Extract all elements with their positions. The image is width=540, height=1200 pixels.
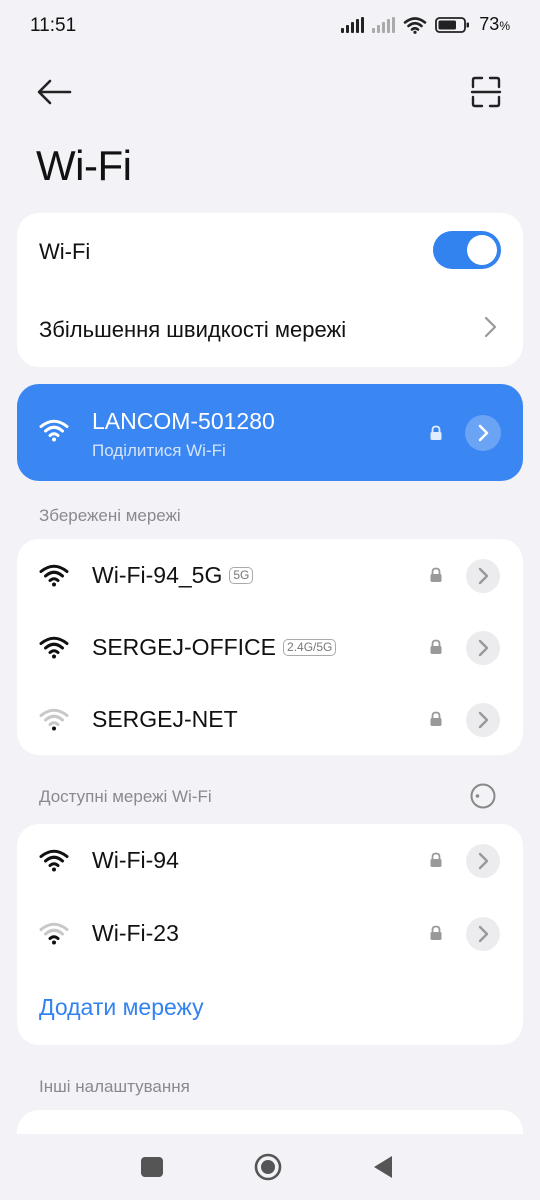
lock-icon — [430, 567, 442, 582]
chevron-right-icon — [478, 852, 489, 870]
chevron-right-icon — [478, 567, 489, 585]
wifi-toggle-label: Wi-Fi — [39, 239, 91, 264]
network-row[interactable]: SERGEJ-NET — [17, 683, 523, 755]
available-networks-card: Wi-Fi-94 Wi-Fi-23 Додати мережу — [17, 824, 523, 1045]
network-row[interactable]: Wi-Fi-94_5G 5G — [17, 539, 523, 611]
wifi-weak-icon — [39, 708, 69, 731]
network-row[interactable]: Wi-Fi-23 — [17, 897, 523, 969]
top-bar — [0, 62, 540, 122]
saved-networks-header: Збережені мережі — [39, 506, 181, 525]
wifi-strong-icon — [39, 564, 69, 587]
wifi-status-icon — [403, 16, 427, 34]
lock-icon — [430, 639, 442, 654]
wifi-toggle[interactable] — [433, 231, 501, 269]
cellular-signal-2-icon — [372, 16, 396, 33]
wifi-settings-card: Wi-Fi Збільшення швидкості мережі — [17, 213, 523, 367]
network-details-button[interactable] — [466, 844, 500, 878]
qr-scan-icon — [470, 76, 502, 108]
available-networks-header: Доступні мережі Wi-Fi — [39, 787, 212, 806]
network-name: SERGEJ-NET — [92, 706, 238, 732]
cellular-signal-icon — [341, 16, 365, 33]
wifi-strong-icon — [39, 636, 69, 659]
chevron-right-icon — [478, 711, 489, 729]
battery-percent: 73% — [479, 14, 510, 34]
network-name: Wi-Fi-94_5G 5G — [92, 562, 254, 589]
network-details-button[interactable] — [466, 631, 500, 665]
lock-icon — [430, 425, 442, 440]
speed-boost-label[interactable]: Збільшення швидкості мережі — [39, 317, 346, 343]
network-details-button[interactable] — [466, 703, 500, 737]
recent-apps-button[interactable] — [141, 1157, 163, 1177]
back-nav-button[interactable] — [372, 1154, 394, 1180]
band-badge: 2.4G/5G — [283, 639, 337, 656]
battery-icon — [435, 16, 470, 33]
back-button[interactable] — [30, 70, 80, 114]
add-network-button[interactable]: Додати мережу — [39, 994, 204, 1021]
network-name: SERGEJ-OFFICE 2.4G/5G — [92, 634, 337, 661]
other-settings-header: Інші налаштування — [39, 1077, 190, 1096]
chevron-right-icon — [478, 925, 489, 943]
network-details-button[interactable] — [466, 559, 500, 593]
navigation-bar — [0, 1134, 540, 1200]
status-icons: 73% — [341, 14, 510, 35]
chevron-right-icon — [478, 639, 489, 657]
home-button[interactable] — [253, 1152, 283, 1182]
network-details-button[interactable] — [466, 917, 500, 951]
page-title: Wi-Fi — [36, 142, 132, 189]
connected-network-details-button[interactable] — [465, 415, 501, 451]
wifi-medium-icon — [39, 922, 69, 945]
wifi-icon — [39, 419, 69, 442]
wifi-strong-icon — [39, 849, 69, 872]
share-wifi-label[interactable]: Поділитися Wi-Fi — [92, 441, 226, 461]
network-row[interactable]: Wi-Fi-94 — [17, 824, 523, 896]
status-bar: 11:51 73% — [0, 0, 540, 52]
refresh-icon[interactable] — [469, 782, 497, 810]
network-row[interactable]: SERGEJ-OFFICE 2.4G/5G — [17, 611, 523, 683]
lock-icon — [430, 852, 442, 867]
chevron-right-icon — [478, 424, 489, 442]
connected-network[interactable]: LANCOM-501280 Поділитися Wi-Fi — [17, 384, 523, 481]
chevron-right-icon[interactable] — [483, 316, 499, 338]
lock-icon — [430, 925, 442, 940]
band-badge: 5G — [229, 567, 254, 584]
lock-icon — [430, 711, 442, 726]
connected-network-name: LANCOM-501280 — [92, 408, 275, 434]
arrow-left-icon — [37, 79, 72, 105]
saved-networks-card: Wi-Fi-94_5G 5G SERGEJ-OFFICE 2.4G/5G SER… — [17, 539, 523, 755]
network-name: Wi-Fi-23 — [92, 920, 179, 946]
qr-scan-button[interactable] — [464, 70, 508, 114]
toggle-knob — [467, 235, 497, 265]
network-name: Wi-Fi-94 — [92, 847, 179, 873]
status-time: 11:51 — [30, 15, 77, 36]
